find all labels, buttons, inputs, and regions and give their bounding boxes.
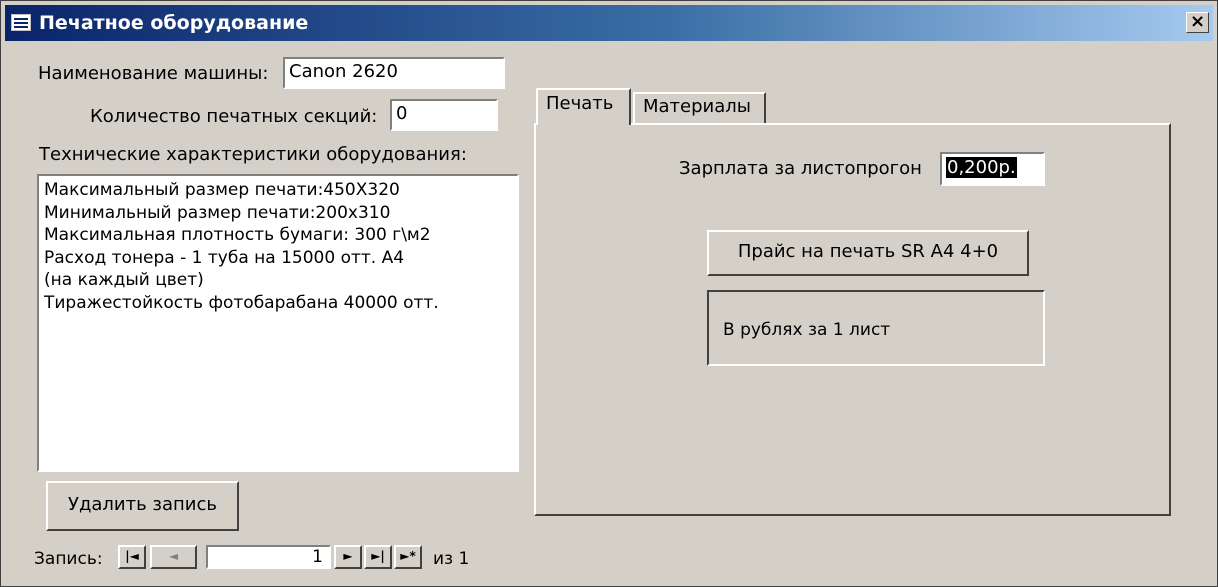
sections-field[interactable]: 0 [390,99,498,131]
specs-line: Максимальный размер печати:450X320 [44,180,400,200]
tab-materials-label: Материалы [643,96,751,117]
salary-label: Зарплата за листопрогон [679,158,922,179]
machine-name-label: Наименование машины: [38,63,269,84]
next-record-icon: ► [343,549,353,563]
specs-textarea[interactable]: Максимальный размер печати:450X320 Миним… [37,174,519,472]
price-button[interactable]: Прайс на печать SR A4 4+0 [707,230,1029,276]
active-tab-join [538,122,629,126]
window-title: Печатное оборудование [39,12,309,34]
delete-record-button[interactable]: Удалить запись [46,481,239,531]
tab-print-label: Печать [546,93,614,114]
last-record-button[interactable]: ►| [364,545,392,569]
record-number-field[interactable]: 1 [206,545,331,569]
first-record-icon: |◄ [125,549,139,563]
prev-record-icon: ◄ [168,549,179,563]
form-icon [11,14,31,31]
tab-materials[interactable]: Материалы [633,92,766,124]
last-record-icon: ►| [371,549,385,563]
salary-value: 0,200р. [946,157,1017,178]
machine-name-field[interactable]: Canon 2620 [283,57,505,89]
specs-line: Максимальная плотность бумаги: 300 г\м2 [44,225,431,245]
new-record-button[interactable]: ►* [394,545,422,569]
close-button[interactable]: × [1186,12,1209,33]
record-of-label: из 1 [433,547,469,571]
tab-print[interactable]: Печать [536,88,631,125]
specs-label: Технические характеристики оборудования: [39,144,467,165]
new-record-icon: ►* [400,549,416,563]
next-record-button[interactable]: ► [334,545,362,569]
specs-line: (на каждый цвет) [44,270,204,290]
salary-field[interactable]: 0,200р. [940,152,1045,186]
form-window: Печатное оборудование × Наименование маш… [0,0,1218,587]
first-record-button[interactable]: |◄ [118,545,146,569]
record-of-text: из [433,549,454,569]
specs-line: Расход тонера - 1 туба на 15000 отт. А4 [44,247,405,268]
specs-line: Минимальный размер печати:200x310 [44,202,391,223]
sections-label: Количество печатных секций: [90,106,378,127]
specs-line: Тиражестойкость фотобарабана 40000 отт. [44,292,439,313]
price-note: В рублях за 1 лист [723,320,891,340]
record-label: Запись: [34,549,103,569]
record-total: 1 [458,549,470,569]
title-bar[interactable]: Печатное оборудование × [5,5,1213,41]
price-note-box: В рублях за 1 лист [707,290,1045,366]
prev-record-button[interactable]: ◄ [150,545,197,569]
